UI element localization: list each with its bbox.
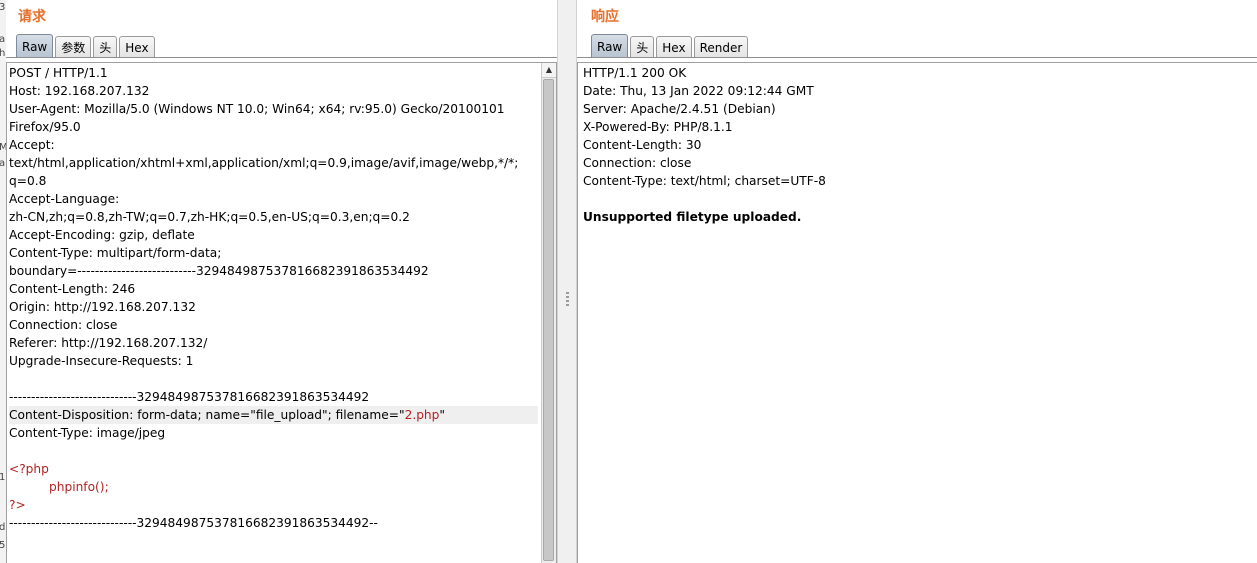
response-pane: 响应 Raw 头 Hex Render HTTP/1.1 200 OK Date… xyxy=(577,0,1257,563)
request-line: User-Agent: Mozilla/5.0 (Windows NT 10.0… xyxy=(9,102,505,116)
clipped-text: a xyxy=(0,34,5,45)
request-line: Content-Type: multipart/form-data; xyxy=(9,246,222,260)
response-text[interactable]: HTTP/1.1 200 OK Date: Thu, 13 Jan 2022 0… xyxy=(583,64,1249,226)
tab-divider xyxy=(6,57,557,58)
clipped-text: 1 xyxy=(0,472,5,483)
response-line: Server: Apache/2.4.51 (Debian) xyxy=(583,102,776,116)
request-tab-hex[interactable]: Hex xyxy=(119,36,155,58)
request-line: Connection: close xyxy=(9,318,118,332)
response-line: Connection: close xyxy=(583,156,692,170)
request-title: 请求 xyxy=(18,9,46,25)
request-pane: 请求 Raw 参数 头 Hex POST / HTTP/1.1 Host: 19… xyxy=(6,0,557,563)
response-line: HTTP/1.1 200 OK xyxy=(583,66,687,80)
clipped-text: d xyxy=(0,522,5,533)
request-tabbar: Raw 参数 头 Hex xyxy=(16,33,157,58)
request-line: Upgrade-Insecure-Requests: 1 xyxy=(9,354,194,368)
request-line: -----------------------------32948498753… xyxy=(9,516,378,530)
response-tab-render[interactable]: Render xyxy=(693,36,749,58)
request-line: text/html,application/xhtml+xml,applicat… xyxy=(9,156,519,170)
clipped-text: a xyxy=(0,158,5,169)
request-text[interactable]: POST / HTTP/1.1 Host: 192.168.207.132 Us… xyxy=(9,64,538,532)
response-title: 响应 xyxy=(591,9,619,25)
tab-divider xyxy=(577,57,1257,58)
filename-quote: " xyxy=(439,408,445,422)
request-line: -----------------------------32948498753… xyxy=(9,390,370,404)
response-tabbar: Raw 头 Hex Render xyxy=(591,33,750,58)
php-close-tag: ?> xyxy=(9,498,26,512)
response-line xyxy=(583,190,1249,208)
request-line: q=0.8 xyxy=(9,174,47,188)
filename-value: 2.php xyxy=(404,408,440,422)
scrollbar-thumb[interactable] xyxy=(543,79,554,561)
scroll-up-icon[interactable]: ▲ xyxy=(542,63,556,78)
request-tab-params[interactable]: 参数 xyxy=(55,36,92,58)
request-line xyxy=(9,442,538,460)
clipped-text: 5 xyxy=(0,540,5,551)
clipped-text: h xyxy=(0,48,5,59)
request-line: Accept-Language: xyxy=(9,192,120,206)
response-line: Content-Type: text/html; charset=UTF-8 xyxy=(583,174,826,188)
request-line: Host: 192.168.207.132 xyxy=(9,84,150,98)
pane-splitter[interactable] xyxy=(557,0,577,563)
content-disposition-text: Content-Disposition: form-data; name="fi… xyxy=(9,408,405,422)
response-line: Content-Length: 30 xyxy=(583,138,702,152)
request-editor[interactable]: POST / HTTP/1.1 Host: 192.168.207.132 Us… xyxy=(6,62,557,563)
request-line: Content-Length: 246 xyxy=(9,282,136,296)
response-editor[interactable]: HTTP/1.1 200 OK Date: Thu, 13 Jan 2022 0… xyxy=(577,62,1257,563)
splitter-grip-icon[interactable] xyxy=(566,292,569,308)
response-tab-raw[interactable]: Raw xyxy=(591,34,629,58)
current-line-content-disposition: Content-Disposition: form-data; name="fi… xyxy=(9,406,538,424)
response-line: Date: Thu, 13 Jan 2022 09:12:44 GMT xyxy=(583,84,814,98)
request-tab-headers[interactable]: 头 xyxy=(93,36,118,58)
request-line: Accept: xyxy=(9,138,55,152)
request-tab-raw[interactable]: Raw xyxy=(16,34,54,58)
php-open-tag: <?php xyxy=(9,462,49,476)
request-line: boundary=---------------------------3294… xyxy=(9,264,429,278)
request-line: Content-Type: image/jpeg xyxy=(9,426,166,440)
request-line xyxy=(9,370,538,388)
response-body: Unsupported filetype uploaded. xyxy=(583,210,802,224)
response-line: X-Powered-By: PHP/8.1.1 xyxy=(583,120,733,134)
burp-repeater-view: 3 a h M a 1 d 5 请求 Raw 参数 头 Hex POST / H… xyxy=(0,0,1257,563)
clipped-text: 3 xyxy=(0,2,5,13)
request-line: Origin: http://192.168.207.132 xyxy=(9,300,196,314)
request-line: Referer: http://192.168.207.132/ xyxy=(9,336,208,350)
request-line: Accept-Encoding: gzip, deflate xyxy=(9,228,195,242)
response-tab-headers[interactable]: 头 xyxy=(630,36,655,58)
request-line: zh-CN,zh;q=0.8,zh-TW;q=0.7,zh-HK;q=0.5,e… xyxy=(9,210,410,224)
request-scrollbar[interactable]: ▲ xyxy=(541,63,556,563)
request-line: POST / HTTP/1.1 xyxy=(9,66,108,80)
request-line: Firefox/95.0 xyxy=(9,120,81,134)
php-code-line: phpinfo(); xyxy=(49,480,109,494)
response-tab-hex[interactable]: Hex xyxy=(656,36,692,58)
